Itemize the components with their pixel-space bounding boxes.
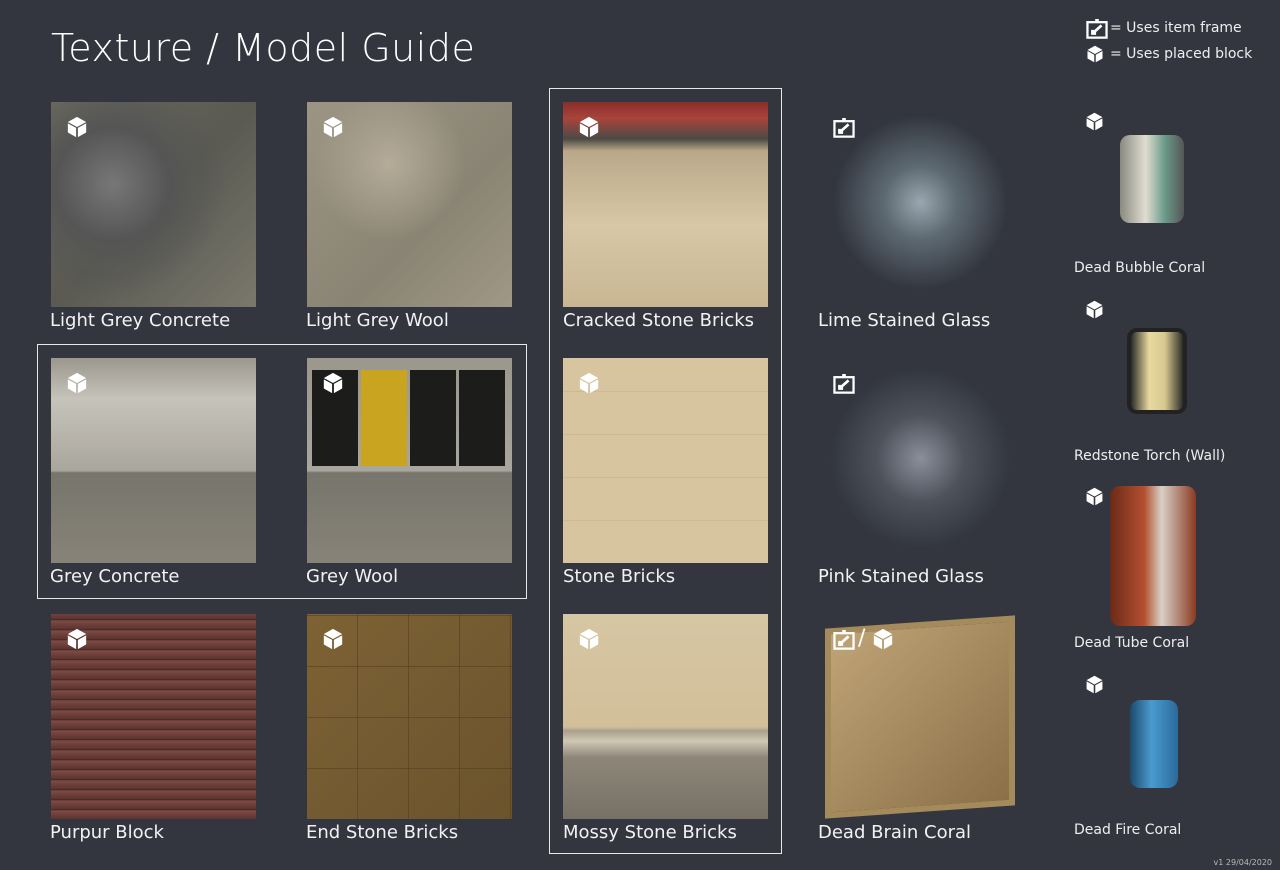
placed-block-icon — [322, 628, 344, 650]
label-light-grey-wool: Light Grey Wool — [306, 310, 449, 331]
poster-yellow — [361, 370, 407, 466]
label-light-grey-concrete: Light Grey Concrete — [50, 310, 231, 331]
item-frame-icon — [833, 630, 855, 650]
page-title: Texture / Model Guide — [51, 26, 476, 70]
placed-block-icon — [872, 628, 894, 650]
label-dead-tube-coral: Dead Tube Coral — [1074, 635, 1190, 651]
label-dead-fire-coral: Dead Fire Coral — [1074, 822, 1182, 838]
label-mossy-stone-bricks: Mossy Stone Bricks — [563, 822, 737, 843]
placed-block-icon — [578, 372, 600, 394]
label-lime-stained-glass: Lime Stained Glass — [818, 310, 991, 331]
label-grey-concrete: Grey Concrete — [50, 566, 180, 587]
legend-placed-block: = Uses placed block — [1110, 46, 1253, 62]
model-dead-bubble-coral — [1120, 135, 1184, 223]
poster-black — [459, 370, 505, 466]
label-purpur-block: Purpur Block — [50, 822, 164, 843]
label-dead-brain-coral: Dead Brain Coral — [818, 822, 972, 843]
item-frame-icon — [1086, 19, 1108, 39]
placed-block-icon — [322, 372, 344, 394]
label-end-stone-bricks: End Stone Bricks — [306, 822, 459, 843]
label-redstone-torch-wall: Redstone Torch (Wall) — [1074, 448, 1226, 464]
item-frame-icon — [833, 374, 855, 394]
label-cracked-stone-bricks: Cracked Stone Bricks — [563, 310, 755, 331]
placed-block-icon — [66, 628, 88, 650]
placed-block-icon — [1086, 45, 1104, 63]
model-redstone-torch-wall — [1127, 328, 1187, 414]
model-dead-fire-coral — [1130, 700, 1178, 788]
label-stone-bricks: Stone Bricks — [563, 566, 676, 587]
placed-block-icon — [1085, 675, 1104, 694]
poster-black — [410, 370, 456, 466]
placed-block-icon — [1085, 300, 1104, 319]
placed-block-icon — [578, 628, 600, 650]
label-pink-stained-glass: Pink Stained Glass — [818, 566, 984, 587]
placed-block-icon — [1085, 487, 1104, 506]
placed-block-icon — [66, 116, 88, 138]
placed-block-icon — [578, 116, 600, 138]
label-grey-wool: Grey Wool — [306, 566, 399, 587]
label-dead-bubble-coral: Dead Bubble Coral — [1074, 260, 1206, 276]
placed-block-icon — [66, 372, 88, 394]
slash-separator: / — [858, 626, 866, 651]
version-date: v1 29/04/2020 — [1213, 858, 1272, 867]
placed-block-icon — [1085, 112, 1104, 131]
placed-block-icon — [322, 116, 344, 138]
model-dead-tube-coral — [1110, 486, 1196, 626]
item-frame-icon — [833, 118, 855, 138]
legend-item-frame: = Uses item frame — [1110, 20, 1242, 36]
